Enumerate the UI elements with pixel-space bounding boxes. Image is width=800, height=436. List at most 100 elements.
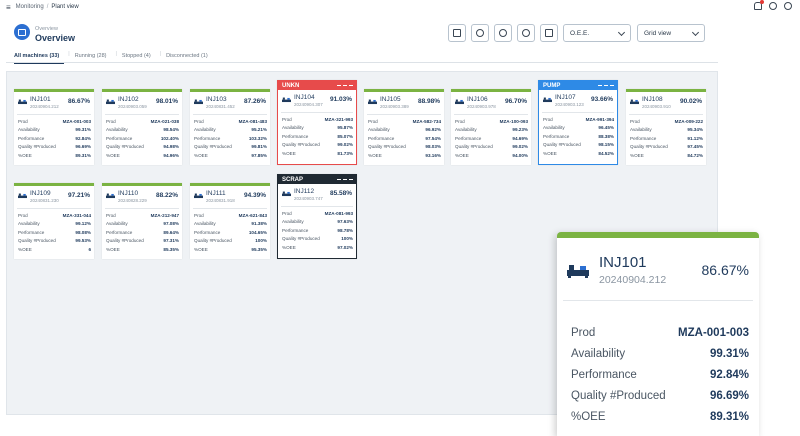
metric-label: Availability <box>18 127 40 133</box>
machine-date: 20240831.918 <box>206 198 235 203</box>
injection-machine-icon <box>194 99 203 105</box>
view-select[interactable]: Grid view <box>637 24 705 42</box>
metric-value: 96.45% <box>598 125 614 131</box>
machine-card[interactable]: INJ103 20240831.452 87.26% Prod MZA-081-483 A… <box>190 89 270 165</box>
metric-row-quality: Quality #Produced 96.69% <box>571 385 749 406</box>
metric-row-quality: Quality #Produced 97.31% <box>106 237 179 246</box>
metric-row-availability: Availability 95.87% <box>282 124 353 133</box>
metric-value: 89.31% <box>75 152 91 158</box>
info-button[interactable] <box>471 24 489 42</box>
machine-oee: 98.01% <box>155 98 178 105</box>
metric-row-quality: Quality #Produced 100% <box>194 237 267 246</box>
metric-label: Availability <box>455 127 477 133</box>
machine-card[interactable]: INJ106 20240903.978 96.70% Prod MZA-100-093 A… <box>451 89 531 165</box>
settings-icon[interactable] <box>769 2 777 10</box>
filter-button[interactable] <box>540 24 558 42</box>
zoomed-machine-card[interactable]: INJ101 20240904.212 86.67% Prod MZA-001-0… <box>557 232 759 436</box>
injection-machine-icon <box>282 191 291 197</box>
metrics-list: Prod MZA-321-993 Availability 95.87% Perform… <box>278 113 356 158</box>
metric-row-availability: Availability 97.63% <box>282 218 353 227</box>
breadcrumb-monitoring[interactable]: Monitoring <box>16 4 44 10</box>
page-title: Overview <box>35 33 76 43</box>
metric-label: Performance <box>18 135 45 141</box>
breadcrumb-plant-view: Plant view <box>51 4 79 10</box>
metric-value: 97.63% <box>337 219 353 225</box>
menu-icon[interactable]: ≡ <box>6 3 11 12</box>
metric-label: %OEE <box>282 244 296 250</box>
machine-name: INJ105 <box>380 96 401 103</box>
machine-card[interactable]: INJ109 20240831.230 97.21% Prod MZA-331-044 A… <box>14 183 94 259</box>
metric-row-performance: Performance 98.78% <box>282 226 353 235</box>
metric-label: Availability <box>368 127 390 133</box>
metric-row-prod: Prod MZA-001-003 <box>18 117 91 126</box>
help-icon[interactable] <box>784 2 792 10</box>
machine-card[interactable]: PUMP INJ107 20240903.123 93.66% Prod MZA-991-… <box>538 80 618 165</box>
sliders-icon <box>545 29 553 37</box>
metric-value: 93.16% <box>425 152 441 158</box>
machine-card[interactable]: INJ101 20240904.212 86.67% Prod MZA-001-003 A… <box>14 89 94 165</box>
metric-row-availability: Availability 96.45% <box>543 124 614 133</box>
machine-card[interactable]: SCRAP INJ112 20240903.747 85.58% Prod MZA-081… <box>277 174 357 259</box>
metric-label: Availability <box>194 127 216 133</box>
metric-value: 99.12% <box>75 221 91 227</box>
metric-value: MZA-081-993 <box>324 210 353 216</box>
machine-card[interactable]: INJ105 20240903.389 88.98% Prod MZA-582-734 A… <box>364 89 444 165</box>
machine-card[interactable]: INJ111 20240831.918 94.39% Prod MZA-621-843 A… <box>190 183 270 259</box>
machine-date: 20240904.212 <box>599 274 667 286</box>
metric-value: 102.40% <box>160 135 179 141</box>
layout-button[interactable] <box>448 24 466 42</box>
metric-label: Prod <box>106 118 116 124</box>
metric-label: Prod <box>18 118 28 124</box>
machine-name: INJ108 <box>642 96 663 103</box>
metric-row-oee: %OEE 97.85% <box>194 151 267 160</box>
machine-card[interactable]: UNKN INJ104 20240904.307 91.03% Prod MZA-321-… <box>277 80 357 165</box>
zoom-in-button[interactable] <box>517 24 535 42</box>
layout-icon <box>453 29 461 37</box>
metric-label: Prod <box>455 118 465 124</box>
metric-row-quality: Quality #Produced 99.02% <box>282 141 353 150</box>
metric-value: MZA-081-483 <box>238 118 267 124</box>
info-icon <box>476 29 484 37</box>
bell-icon[interactable] <box>754 0 764 10</box>
machine-card[interactable]: INJ110 20240828.229 88.22% Prod MZA-212-947 A… <box>102 183 182 259</box>
metric-label: %OEE <box>194 246 208 252</box>
metric-value: 100% <box>255 238 267 244</box>
metric-row-prod: Prod MZA-321-993 <box>282 115 353 124</box>
injection-machine-icon <box>282 97 291 103</box>
machine-date: 20240903.059 <box>118 104 147 109</box>
metric-label: Performance <box>368 135 395 141</box>
machine-date: 20240903.389 <box>380 104 409 109</box>
metric-row-availability: Availability 95.21% <box>194 126 267 135</box>
machine-name: INJ103 <box>206 96 227 103</box>
metric-value: 92.84% <box>75 135 91 141</box>
metric-value: 85.07% <box>337 133 353 139</box>
metric-label: Availability <box>571 347 626 360</box>
machine-card[interactable]: INJ108 20240903.910 90.02% Prod MZA-009-222 A… <box>626 89 706 165</box>
metric-value: 99.23% <box>512 127 528 133</box>
metric-label: Quality #Produced <box>630 144 668 150</box>
kpi-select-value: O.E.E. <box>570 29 590 37</box>
metric-label: Quality #Produced <box>368 144 406 150</box>
metric-value: 97.08% <box>163 221 179 227</box>
metric-value: 103.32% <box>248 135 267 141</box>
metric-label: Quality #Produced <box>543 142 581 148</box>
machine-date: 20240903.978 <box>467 104 496 109</box>
machine-oee: 90.02% <box>679 98 702 105</box>
metric-value: MZA-621-843 <box>238 212 267 218</box>
metric-row-availability: Availability 99.31% <box>571 343 749 364</box>
metric-value: 99.31% <box>75 127 91 133</box>
metric-row-performance: Performance 104.65% <box>194 228 267 237</box>
metric-row-performance: Performance 94.69% <box>455 134 528 143</box>
metrics-list: Prod MZA-001-003 Availability 99.31% Perform… <box>14 115 94 160</box>
metric-value: 81.73% <box>337 150 353 156</box>
metric-label: Prod <box>18 212 28 218</box>
machine-name: INJ101 <box>599 254 647 271</box>
top-bar-actions <box>754 0 792 10</box>
zoom-out-button[interactable] <box>494 24 512 42</box>
status-banner: PUMP <box>539 81 617 90</box>
metric-value: 97.31% <box>163 238 179 244</box>
machine-card[interactable]: INJ102 20240903.059 98.01% Prod MZA-021-038 A… <box>102 89 182 165</box>
metric-label: Prod <box>543 116 553 122</box>
kpi-select[interactable]: O.E.E. <box>563 24 631 42</box>
machine-date: 20240904.212 <box>30 104 59 109</box>
